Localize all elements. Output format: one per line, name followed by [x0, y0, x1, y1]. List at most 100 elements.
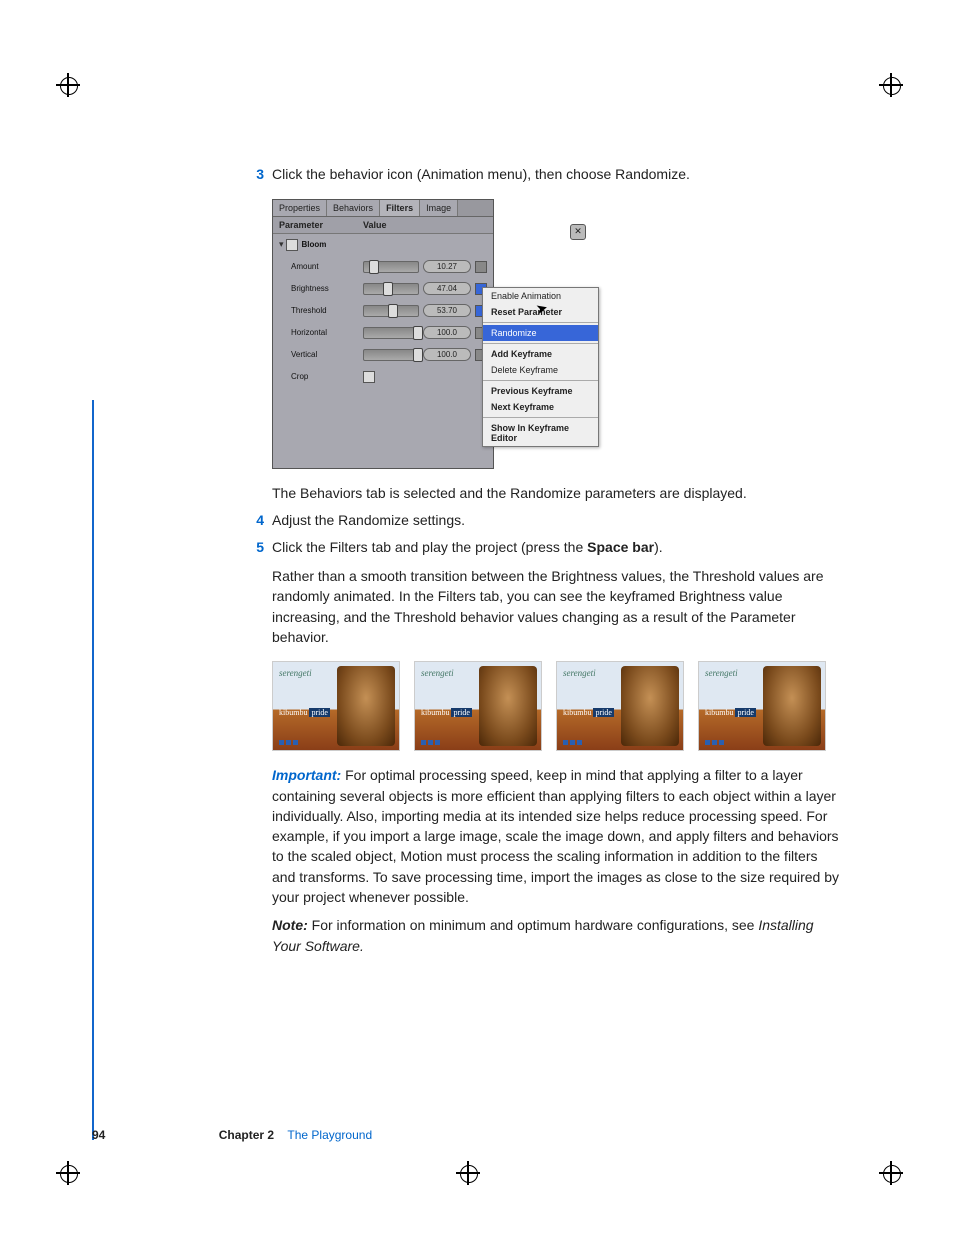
menu-separator — [483, 380, 598, 381]
menu-randomize[interactable]: Randomize — [483, 325, 598, 341]
thumbnail-title: serengeti — [421, 668, 454, 678]
thumbnail-sub1: kibumbu — [421, 708, 449, 717]
tab-properties[interactable]: Properties — [273, 200, 327, 216]
thumbnail-sub1: kibumbu — [563, 708, 591, 717]
inspector-tabs: Properties Behaviors Filters Image — [273, 200, 493, 217]
disclosure-triangle-icon[interactable]: ▾ — [279, 239, 284, 250]
menu-show-in-keyframe-editor[interactable]: Show In Keyframe Editor — [483, 420, 598, 446]
value-field[interactable]: 53.70 — [423, 304, 471, 317]
thumbnail-sub2: pride — [309, 708, 329, 717]
important-paragraph: Important: For optimal processing speed,… — [272, 765, 840, 907]
crop-checkbox[interactable] — [363, 371, 375, 383]
param-row-horizontal: Horizontal 100.0 — [273, 322, 493, 344]
thumbnail-sub2: pride — [593, 708, 613, 717]
step-5-followup: Rather than a smooth transition between … — [272, 566, 840, 647]
param-row-vertical: Vertical 100.0 — [273, 344, 493, 366]
step-4: 4 Adjust the Randomize settings. — [240, 511, 840, 531]
tab-image[interactable]: Image — [420, 200, 458, 216]
page-footer: 94 Chapter 2 The Playground — [92, 1128, 372, 1142]
thumbnail-image — [621, 666, 679, 746]
tab-filters[interactable]: Filters — [380, 200, 420, 216]
slider[interactable] — [363, 261, 419, 273]
column-headers: Parameter Value — [273, 217, 493, 234]
slider[interactable] — [363, 283, 419, 295]
value-field[interactable]: 10.27 — [423, 260, 471, 273]
thumbnail-subtitle: kibumbu pride — [421, 708, 472, 717]
step-3-followup: The Behaviors tab is selected and the Ra… — [272, 483, 840, 503]
tab-behaviors[interactable]: Behaviors — [327, 200, 380, 216]
note-paragraph: Note: For information on minimum and opt… — [272, 915, 840, 956]
step-number: 3 — [240, 165, 272, 185]
param-row-crop: Crop — [273, 366, 493, 388]
chapter-label: Chapter 2 — [219, 1128, 274, 1142]
thumbnail-bars-icon — [705, 740, 724, 745]
thumbnail-subtitle: kibumbu pride — [279, 708, 330, 717]
chapter-name: The Playground — [287, 1128, 372, 1142]
step-5-post: ). — [654, 539, 663, 555]
thumbnail-image — [479, 666, 537, 746]
menu-separator — [483, 417, 598, 418]
thumbnail-title: serengeti — [279, 668, 312, 678]
thumbnail-title: serengeti — [705, 668, 738, 678]
value-field[interactable]: 100.0 — [423, 348, 471, 361]
thumbnail-frame: serengeti kibumbu pride — [272, 661, 400, 751]
param-row-threshold: Threshold 53.70 — [273, 300, 493, 322]
thumbnail-sub2: pride — [451, 708, 471, 717]
close-icon[interactable]: ✕ — [570, 224, 586, 240]
menu-next-keyframe[interactable]: Next Keyframe — [483, 399, 598, 415]
step-5: 5 Click the Filters tab and play the pro… — [240, 538, 840, 558]
page-accent-bar — [92, 400, 94, 1140]
thumbnail-sub2: pride — [735, 708, 755, 717]
thumbnail-row: serengeti kibumbu pride serengeti kibumb… — [272, 661, 840, 751]
step-number: 5 — [240, 538, 272, 558]
value-field[interactable]: 47.04 — [423, 282, 471, 295]
thumbnail-frame: serengeti kibumbu pride — [556, 661, 684, 751]
param-label: Amount — [279, 262, 363, 271]
thumbnail-bars-icon — [421, 740, 440, 745]
menu-previous-keyframe[interactable]: Previous Keyframe — [483, 383, 598, 399]
param-label: Threshold — [279, 306, 363, 315]
step-text: Click the behavior icon (Animation menu)… — [272, 165, 840, 185]
menu-add-keyframe[interactable]: Add Keyframe — [483, 346, 598, 362]
filter-group-name: Bloom — [298, 240, 374, 249]
slider[interactable] — [363, 327, 419, 339]
inspector-screenshot: Properties Behaviors Filters Image Param… — [272, 199, 592, 469]
animation-menu-icon[interactable] — [475, 261, 487, 273]
param-label: Brightness — [279, 284, 363, 293]
important-text: For optimal processing speed, keep in mi… — [272, 767, 839, 905]
thumbnail-title: serengeti — [563, 668, 596, 678]
thumbnail-image — [337, 666, 395, 746]
value-field[interactable]: 100.0 — [423, 326, 471, 339]
inspector-panel: Properties Behaviors Filters Image Param… — [272, 199, 494, 469]
page-number: 94 — [92, 1128, 105, 1142]
registration-mark-icon — [60, 77, 88, 105]
menu-delete-keyframe[interactable]: Delete Keyframe — [483, 362, 598, 378]
thumbnail-subtitle: kibumbu pride — [563, 708, 614, 717]
param-row-amount: Amount 10.27 — [273, 256, 493, 278]
note-label: Note: — [272, 917, 312, 933]
step-3: 3 Click the behavior icon (Animation men… — [240, 165, 840, 185]
param-label: Crop — [279, 372, 363, 381]
registration-mark-icon — [883, 1165, 911, 1193]
registration-mark-icon — [460, 1165, 488, 1193]
thumbnail-image — [763, 666, 821, 746]
header-parameter: Parameter — [273, 217, 357, 233]
note-text: For information on minimum and optimum h… — [312, 917, 759, 933]
param-row-brightness: Brightness 47.04 — [273, 278, 493, 300]
filter-group-row: ▾ Bloom — [273, 234, 493, 256]
step-number: 4 — [240, 511, 272, 531]
thumbnail-subtitle: kibumbu pride — [705, 708, 756, 717]
thumbnail-bars-icon — [279, 740, 298, 745]
slider[interactable] — [363, 349, 419, 361]
thumbnail-bars-icon — [563, 740, 582, 745]
slider[interactable] — [363, 305, 419, 317]
menu-separator — [483, 322, 598, 323]
header-value: Value — [357, 217, 493, 233]
page-content: 3 Click the behavior icon (Animation men… — [240, 165, 840, 964]
important-label: Important: — [272, 767, 345, 783]
registration-mark-icon — [883, 77, 911, 105]
thumbnail-frame: serengeti kibumbu pride — [414, 661, 542, 751]
step-text: Click the Filters tab and play the proje… — [272, 538, 840, 558]
enable-checkbox[interactable] — [286, 239, 298, 251]
param-label: Vertical — [279, 350, 363, 359]
